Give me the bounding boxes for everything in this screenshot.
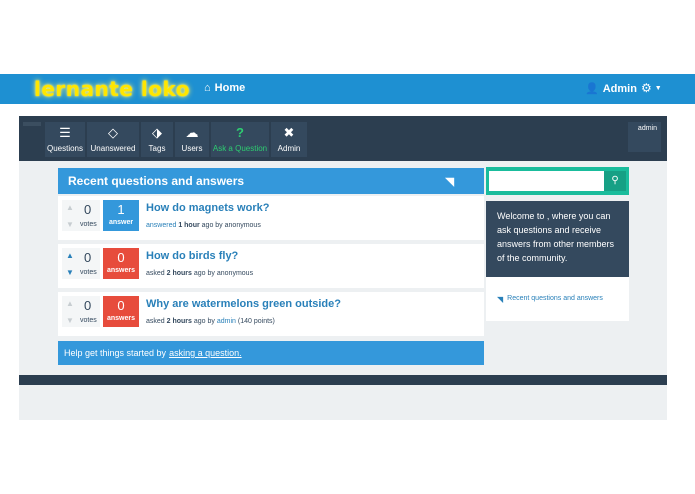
meta-user: anonymous (224, 222, 261, 229)
question-title-link[interactable]: How do birds fly? (146, 250, 238, 262)
question-item: ▲ ▼ 0 votes 0 answers Why are watermelon… (58, 292, 484, 336)
ask-question-link[interactable]: asking a question. (169, 348, 242, 358)
recent-feed-box: ◥ Recent questions and answers (486, 277, 629, 321)
nav-item-label: Tags (148, 144, 166, 153)
question-title-link[interactable]: Why are watermelons green outside? (146, 298, 341, 310)
nav-item-label: Questions (46, 144, 84, 153)
question-title-link[interactable]: How do magnets work? (146, 202, 269, 214)
answer-label: answers (106, 315, 136, 322)
question-meta: asked 2 hours ago by anonymous (146, 270, 253, 277)
home-icon: ⌂ (204, 82, 211, 94)
vote-up-icon[interactable]: ▲ (66, 299, 74, 308)
users-icon: ☁ (185, 125, 199, 140)
nav-item-users[interactable]: ☁ Users (175, 122, 209, 157)
meta-action-link[interactable]: answered (146, 222, 176, 229)
footer-bar (19, 375, 667, 385)
answer-count: 0 (117, 250, 125, 265)
question-icon: ? (236, 125, 244, 140)
vote-up-icon[interactable]: ▲ (66, 203, 74, 212)
answer-count: 0 (117, 298, 125, 313)
question-item: ▲ ▼ 0 votes 0 answers How do birds fly? … (58, 244, 484, 288)
recent-feed-link[interactable]: Recent questions and answers (507, 295, 603, 321)
welcome-message: Welcome to , where you can ask questions… (486, 201, 629, 277)
question-list-panel: Recent questions and answers ◥ ▲ ▼ 0 vot… (58, 168, 484, 365)
nav-item-unanswered[interactable]: ◇ Unanswered (87, 122, 139, 157)
answer-count-box: 1 answer (103, 200, 139, 231)
nav-item-questions[interactable]: ☰ Questions (45, 122, 85, 157)
meta-time: 1 hour (178, 222, 200, 229)
search-box: ⚲ (486, 167, 629, 195)
tools-icon: ✖ (283, 125, 295, 140)
gear-icon: ⚙ (641, 81, 652, 95)
home-label: Home (214, 82, 246, 94)
answer-count-box: 0 answers (103, 248, 139, 279)
rss-icon[interactable]: ◥ (446, 175, 454, 188)
nav-item-ask-question[interactable]: ? Ask a Question (211, 122, 269, 157)
meta-time: 2 hours (166, 318, 192, 325)
nav-item-tags[interactable]: ⬗ Tags (141, 122, 173, 157)
vote-box: ▲ ▼ 0 votes (62, 296, 100, 327)
answer-count-box: 0 answers (103, 296, 139, 327)
nav-item-label: Unanswered (90, 144, 136, 153)
vote-box: ▲ ▼ 0 votes (62, 200, 100, 231)
search-button[interactable]: ⚲ (604, 171, 626, 191)
help-bar: Help get things started by asking a ques… (58, 341, 484, 365)
question-meta: asked 2 hours ago by admin (140 points) (146, 318, 275, 325)
user-menu[interactable]: 👤 Admin (585, 82, 637, 96)
site-logo[interactable]: lernante loko (34, 77, 190, 101)
unanswered-icon: ◇ (108, 125, 118, 140)
search-input[interactable] (489, 171, 604, 191)
answer-label: answer (108, 219, 134, 226)
page-shell: ☰ Questions ◇ Unanswered ⬗ Tags ☁ Users … (19, 116, 667, 420)
vote-down-icon[interactable]: ▼ (66, 220, 74, 229)
vote-down-icon[interactable]: ▼ (66, 316, 74, 325)
meta-time: 2 hours (166, 270, 192, 277)
rss-icon: ◥ (497, 295, 504, 304)
meta-action: asked (146, 318, 165, 325)
meta-user: anonymous (216, 270, 254, 277)
nav-item-label: Admin (277, 144, 301, 153)
main-nav: ☰ Questions ◇ Unanswered ⬗ Tags ☁ Users … (19, 116, 667, 161)
help-text: Help get things started by (64, 348, 167, 358)
question-item: ▲ ▼ 0 votes 1 answer How do magnets work… (58, 196, 484, 240)
meta-ago: ago by (193, 270, 215, 277)
page-title: Recent questions and answers (68, 174, 245, 188)
list-icon: ☰ (59, 125, 71, 140)
nav-edge-tab (23, 122, 41, 126)
settings-menu[interactable]: ⚙ ▼ (641, 81, 662, 95)
vote-up-icon[interactable]: ▲ (66, 251, 74, 260)
user-icon: 👤 (585, 83, 599, 95)
user-label: Admin (602, 82, 637, 95)
home-link[interactable]: ⌂ Home (204, 82, 245, 94)
meta-ago: ago by (193, 318, 215, 325)
meta-ago: ago by (201, 222, 223, 229)
vote-label: votes (80, 269, 97, 276)
vote-count: 0 (84, 298, 92, 313)
list-heading-bar: Recent questions and answers ◥ (58, 168, 484, 194)
vote-count: 0 (84, 202, 92, 217)
chevron-down-icon: ▼ (654, 84, 662, 92)
answer-label: answers (106, 267, 136, 274)
vote-down-icon[interactable]: ▼ (66, 268, 74, 277)
vote-label: votes (80, 221, 97, 228)
nav-item-admin[interactable]: ✖ Admin (271, 122, 307, 157)
nav-item-label: Users (181, 144, 203, 153)
admin-box[interactable]: admin (628, 122, 661, 152)
tag-icon: ⬗ (152, 125, 162, 140)
vote-label: votes (80, 317, 97, 324)
vote-box: ▲ ▼ 0 votes (62, 248, 100, 279)
question-meta: answered 1 hour ago by anonymous (146, 222, 261, 229)
nav-item-label: Ask a Question (212, 144, 268, 153)
meta-action: asked (146, 270, 165, 277)
top-bar: lernante loko ⌂ Home 👤 Admin ⚙ ▼ (0, 74, 695, 104)
search-icon: ⚲ (611, 175, 619, 186)
answer-count: 1 (117, 202, 125, 217)
meta-points: (140 points) (237, 318, 275, 325)
vote-count: 0 (84, 250, 92, 265)
meta-user-link[interactable]: admin (217, 318, 236, 325)
